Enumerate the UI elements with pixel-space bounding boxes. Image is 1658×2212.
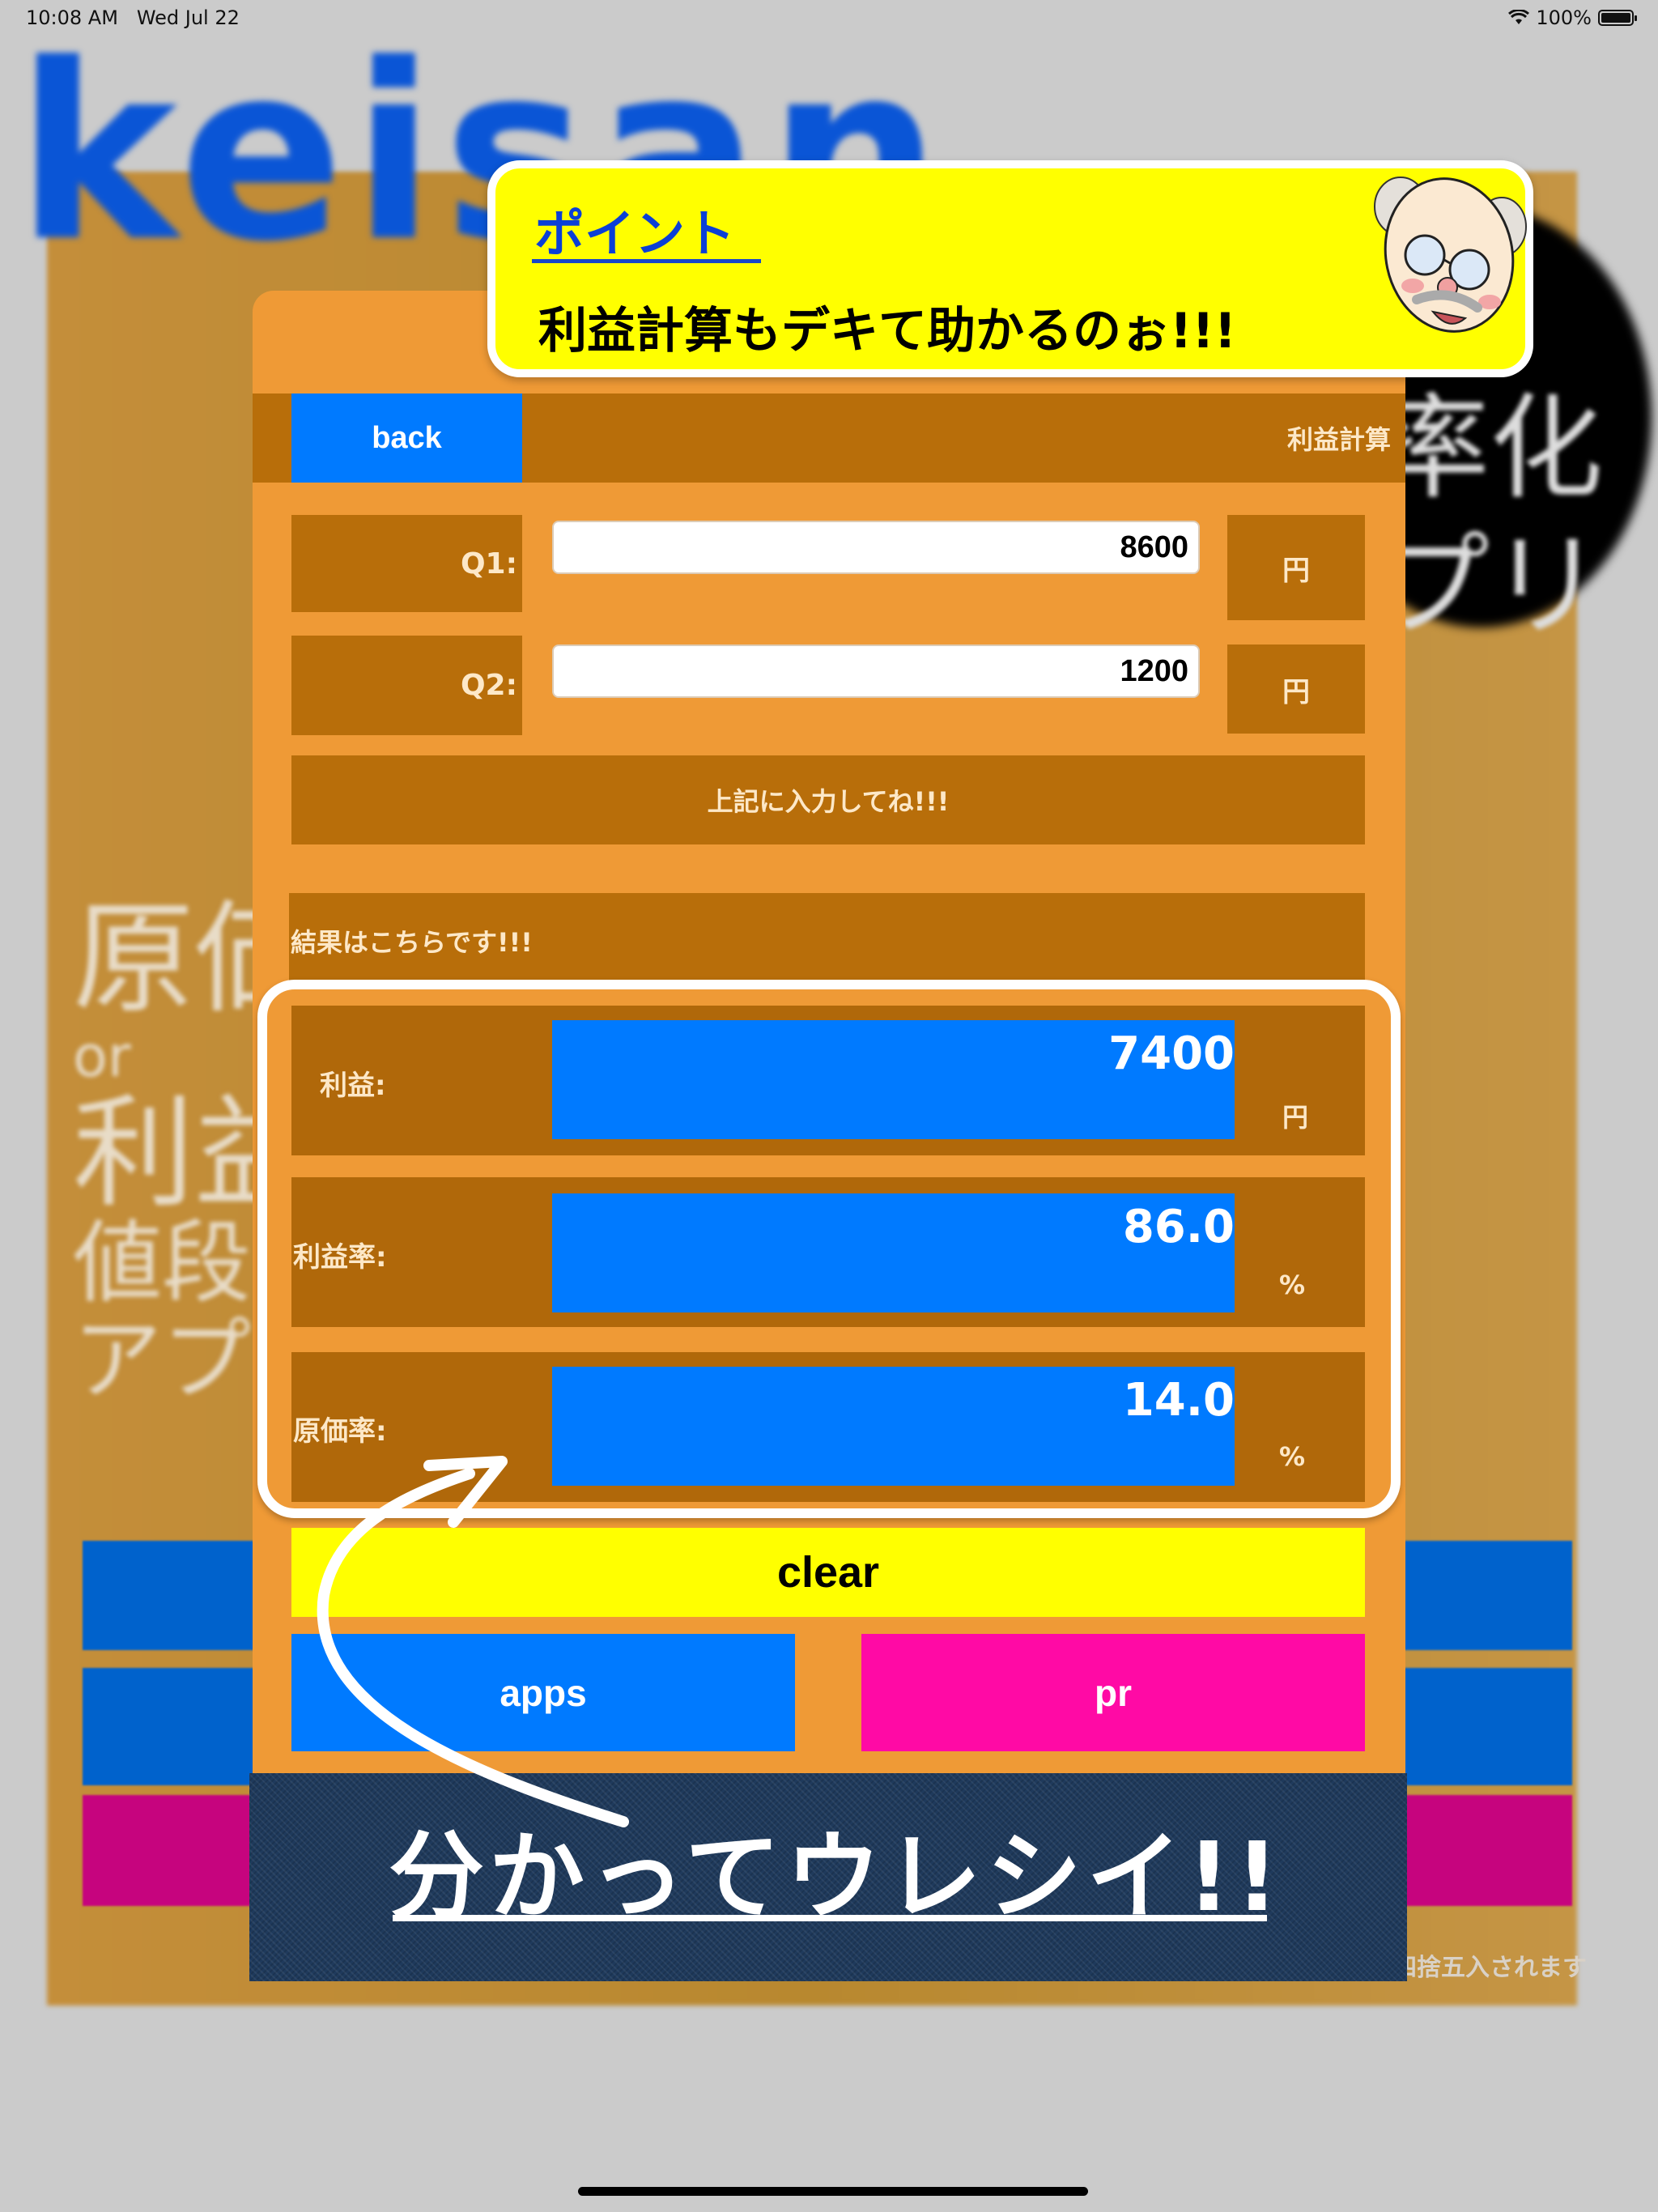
wifi-icon — [1508, 10, 1530, 24]
q1-input[interactable] — [552, 521, 1200, 574]
nav-title: 利益計算 — [1287, 424, 1392, 455]
result-header: 結果はこちらです!!! — [289, 893, 1365, 982]
status-right: 100% — [1508, 6, 1637, 29]
circle-line: プリ — [1376, 521, 1604, 653]
callout-title-underline — [532, 259, 761, 263]
back-button[interactable]: back — [291, 393, 522, 483]
banner-underline — [393, 1915, 1267, 1921]
q2-input[interactable] — [552, 644, 1200, 698]
input-hint: 上記に入力してね!!! — [291, 755, 1365, 844]
old-man-mascot-icon — [1374, 177, 1527, 333]
q1-label: Q1: — [291, 515, 522, 612]
callout-text: 利益計算もデキて助かるのぉ!!! — [538, 303, 1237, 359]
chalk-arrow-icon — [317, 1456, 629, 1827]
q2-label: Q2: — [291, 636, 522, 735]
battery-icon — [1598, 10, 1637, 26]
q2-unit: 円 — [1227, 644, 1365, 734]
battery-percent: 100% — [1536, 6, 1592, 29]
q1-unit: 円 — [1227, 515, 1365, 620]
circle-line: 率化 — [1376, 383, 1604, 515]
callout-title: ポイント — [534, 204, 736, 263]
home-indicator[interactable] — [578, 2187, 1088, 2196]
highlight-frame — [257, 980, 1401, 1518]
pr-button[interactable]: pr — [861, 1634, 1365, 1751]
